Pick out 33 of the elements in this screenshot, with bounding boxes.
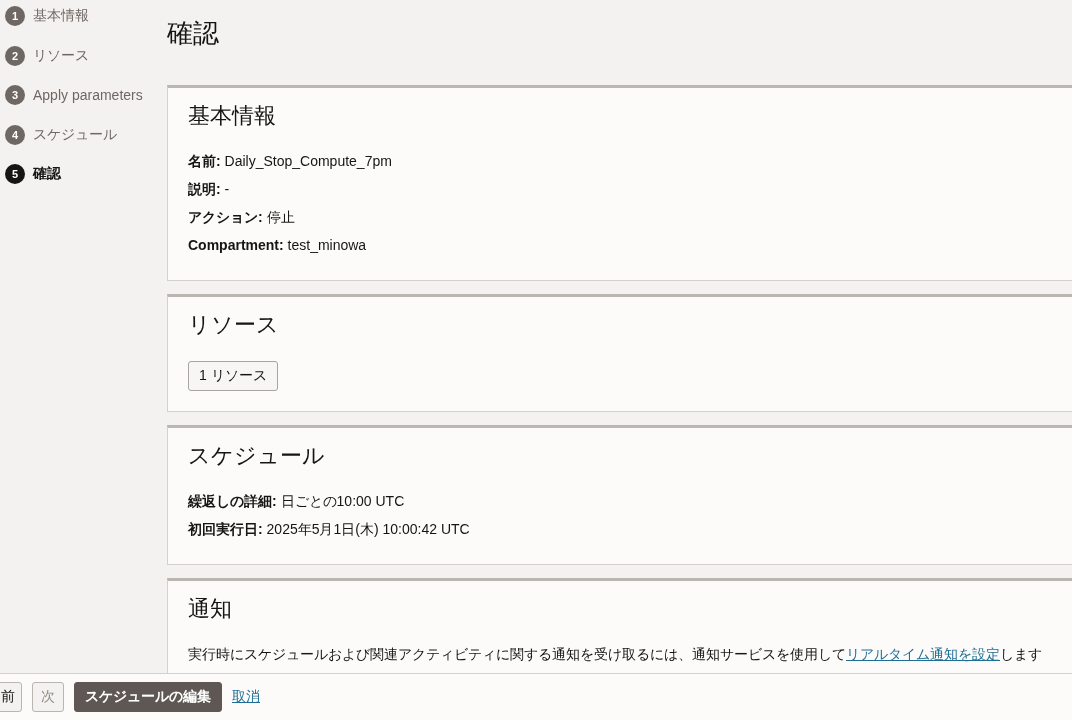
next-button[interactable]: 次 <box>32 682 64 712</box>
field-text: Compartment: test_minowa <box>188 236 368 254</box>
edit-schedule-button[interactable]: スケジュールの編集 <box>74 682 222 712</box>
step-label: 確認 <box>33 165 61 183</box>
wizard-step[interactable]: 1 基本情報 <box>0 6 167 26</box>
wizard-step[interactable]: 3 Apply parameters <box>0 85 167 105</box>
step-number: 4 <box>5 124 25 145</box>
previous-button[interactable]: 前 <box>0 682 22 712</box>
resource-button[interactable]: 1 リソース <box>188 361 278 391</box>
section-title: 通知 <box>188 595 233 623</box>
step-label: スケジュール <box>33 125 117 144</box>
notification-text: 実行時にスケジュールおよび関連アクティビティに関する通知を受け取るには、通知サービスを使用して リアルタイム通知を設定 します <box>188 645 1043 663</box>
step-label: リソース <box>33 46 89 65</box>
realtime-notification-link[interactable]: リアルタイム通知を設定 <box>846 646 1000 662</box>
wizard-step[interactable]: 4 スケジュール <box>0 124 167 145</box>
field-text: 名前: Daily_Stop_Compute_7pm <box>188 152 393 170</box>
section-title: スケジュール <box>188 442 326 470</box>
wizard-step[interactable]: 2 リソース <box>0 45 167 66</box>
step-label: Apply parameters <box>33 87 143 103</box>
wizard-step[interactable]: 5 確認 <box>0 164 167 184</box>
step-number: 5 <box>5 164 25 184</box>
field-text: アクション: 停止 <box>188 208 296 226</box>
page-title: 確認 <box>167 17 220 50</box>
section-title: リソース <box>188 311 280 339</box>
step-number: 3 <box>5 85 25 105</box>
cancel-link[interactable]: 取消 <box>232 688 260 706</box>
field-text: 初回実行日: 2025年5月1日(木) 10:00:42 UTC <box>188 520 471 538</box>
field-text: 説明: - <box>188 180 231 198</box>
field-text: 繰返しの詳細: 日ごとの10:00 UTC <box>188 492 406 510</box>
step-number: 2 <box>5 45 25 66</box>
step-number: 1 <box>5 6 25 26</box>
section-title: 基本情報 <box>188 102 277 130</box>
step-label: 基本情報 <box>33 7 89 25</box>
